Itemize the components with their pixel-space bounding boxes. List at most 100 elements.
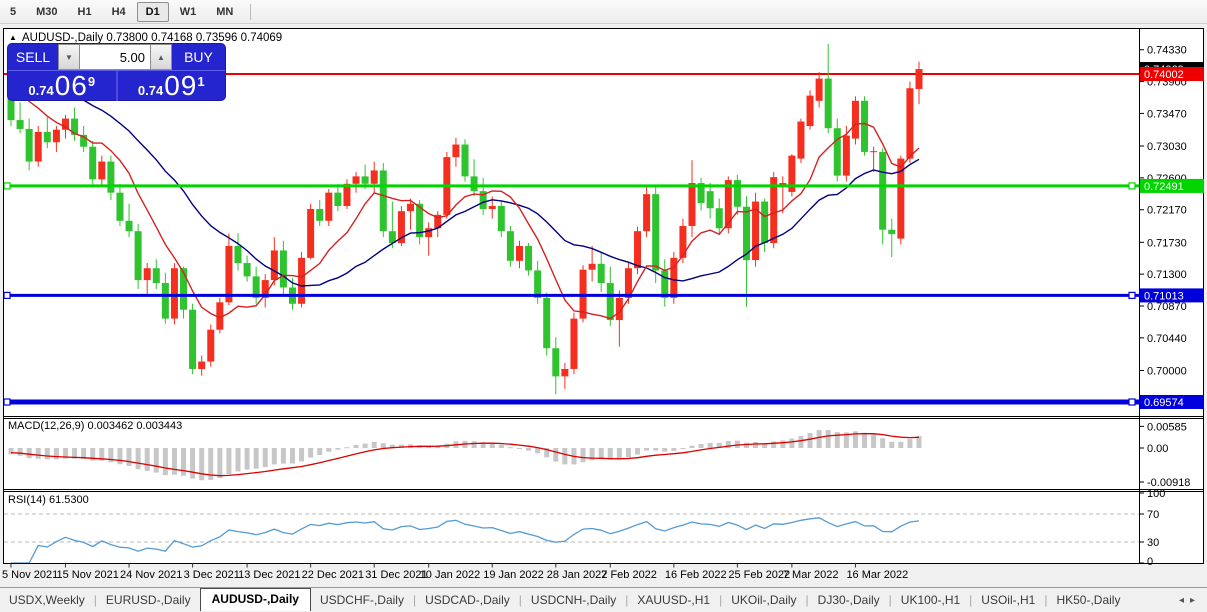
- volume-input[interactable]: 5.00: [80, 44, 150, 70]
- sell-price[interactable]: 0.74 06 9: [8, 71, 116, 101]
- macd-histogram-bar: [17, 448, 23, 456]
- macd-histogram-bar: [53, 448, 59, 460]
- tab-usdx-weekly[interactable]: USDX,Weekly: [0, 590, 94, 610]
- price-line-handle[interactable]: [1128, 182, 1136, 190]
- price-line-handle[interactable]: [4, 182, 11, 190]
- date-axis-label: 10 Jan 2022: [420, 569, 481, 581]
- sell-price-prefix: 0.74: [28, 83, 54, 98]
- macd-histogram-bar: [235, 448, 241, 472]
- date-axis-label: 22 Dec 2021: [302, 569, 364, 581]
- macd-histogram-bar: [380, 443, 386, 448]
- candle: [870, 151, 878, 153]
- candle: [207, 329, 215, 362]
- date-axis-label: 16 Mar 2022: [846, 569, 908, 581]
- price-axis-label: 0.71730: [1147, 237, 1187, 249]
- macd-histogram-bar: [471, 441, 477, 448]
- tab-eurusd-daily[interactable]: EURUSD-,Daily: [97, 590, 200, 610]
- price-axis-label: 0.70870: [1147, 301, 1187, 313]
- macd-histogram-bar: [535, 448, 541, 454]
- date-axis-label: 28 Jan 2022: [547, 569, 608, 581]
- tab-uk100-h1[interactable]: UK100-,H1: [892, 590, 969, 610]
- tab-xauusd-h1[interactable]: XAUUSD-,H1: [628, 590, 719, 610]
- tab-usoil-h1[interactable]: USOil-,H1: [972, 590, 1044, 610]
- sell-price-pip-digit: 9: [87, 74, 96, 89]
- tab-scroll-arrows[interactable]: ◂▸: [1179, 595, 1207, 606]
- candle: [125, 220, 133, 232]
- buy-button[interactable]: BUY: [172, 44, 225, 70]
- candle: [534, 270, 542, 298]
- candle: [497, 206, 505, 232]
- candle: [98, 161, 106, 180]
- candle: [407, 203, 415, 212]
- date-axis-label: 19 Jan 2022: [483, 569, 544, 581]
- price-line-handle[interactable]: [1128, 291, 1136, 300]
- candle: [279, 250, 287, 288]
- macd-histogram-bar: [335, 448, 341, 450]
- candle: [888, 229, 896, 235]
- candle: [370, 170, 378, 184]
- sell-price-big-digits: 06: [54, 70, 88, 101]
- macd-histogram-bar: [753, 441, 759, 448]
- candle: [170, 268, 178, 319]
- macd-histogram-bar: [680, 448, 686, 449]
- volume-increase-button[interactable]: ▲: [150, 44, 172, 70]
- chart-title: AUDUSD-,Daily 0.73800 0.74168 0.73596 0.…: [22, 32, 282, 44]
- candle: [915, 69, 923, 89]
- macd-histogram-bar: [743, 442, 749, 448]
- macd-histogram-bar: [507, 447, 513, 449]
- candle: [643, 194, 651, 232]
- price-line-box-label: 0.71013: [1144, 290, 1184, 302]
- candle: [116, 192, 124, 221]
- macd-histogram-bar: [126, 448, 132, 467]
- candle: [815, 78, 823, 101]
- tab-usdcad-daily[interactable]: USDCAD-,Daily: [416, 590, 519, 610]
- candle: [25, 128, 33, 162]
- macd-histogram-bar: [862, 432, 868, 448]
- macd-histogram-bar: [807, 432, 813, 448]
- macd-histogram-bar: [35, 448, 41, 459]
- tab-audusd-daily[interactable]: AUDUSD-,Daily: [199, 587, 311, 611]
- candle: [225, 246, 233, 303]
- candle: [561, 368, 569, 377]
- macd-histogram-bar: [271, 448, 277, 465]
- candle: [652, 194, 660, 271]
- rsi-axis-label: 30: [1147, 537, 1159, 549]
- candle: [634, 231, 642, 269]
- tab-ukoil-daily[interactable]: UKOil-,Daily: [722, 590, 805, 610]
- candle: [688, 183, 696, 226]
- price-line-handle[interactable]: [1128, 398, 1136, 406]
- price-line-handle[interactable]: [4, 398, 11, 406]
- tab-usdchf-daily[interactable]: USDCHF-,Daily: [311, 590, 413, 610]
- price-line-handle[interactable]: [4, 291, 11, 300]
- macd-histogram-bar: [244, 448, 250, 470]
- candle: [543, 297, 551, 349]
- macd-histogram-bar: [889, 441, 895, 448]
- trade-panel-top-row: SELL ▼ 5.00 ▲ BUY: [8, 44, 225, 71]
- macd-histogram-bar: [262, 448, 268, 468]
- down-arrow-icon: ▼: [65, 52, 73, 62]
- sell-button[interactable]: SELL: [8, 44, 58, 70]
- macd-histogram-bar: [299, 448, 305, 462]
- macd-histogram-bar: [780, 440, 786, 448]
- macd-histogram-bar: [344, 447, 350, 449]
- macd-histogram-bar: [371, 441, 377, 448]
- date-axis-label: 5 Nov 2021: [2, 569, 58, 581]
- price-axis-label: 0.70000: [1147, 365, 1187, 377]
- candle: [679, 226, 687, 258]
- volume-decrease-button[interactable]: ▼: [58, 44, 80, 70]
- candle: [89, 146, 97, 180]
- candle: [316, 208, 324, 221]
- tab-dj30-daily[interactable]: DJ30-,Daily: [809, 590, 889, 610]
- date-axis-label: 7 Mar 2022: [783, 569, 839, 581]
- candle: [189, 309, 197, 369]
- tab-hk50-daily[interactable]: HK50-,Daily: [1047, 590, 1129, 610]
- buy-price[interactable]: 0.74 09 1: [115, 71, 226, 101]
- macd-histogram-bar: [553, 448, 559, 462]
- macd-histogram-bar: [117, 448, 123, 465]
- macd-histogram-bar: [616, 448, 622, 460]
- candle: [307, 208, 315, 258]
- tab-usdcnh-daily[interactable]: USDCNH-,Daily: [522, 590, 625, 610]
- candle: [452, 144, 460, 158]
- candle: [797, 121, 805, 159]
- candle: [361, 176, 369, 184]
